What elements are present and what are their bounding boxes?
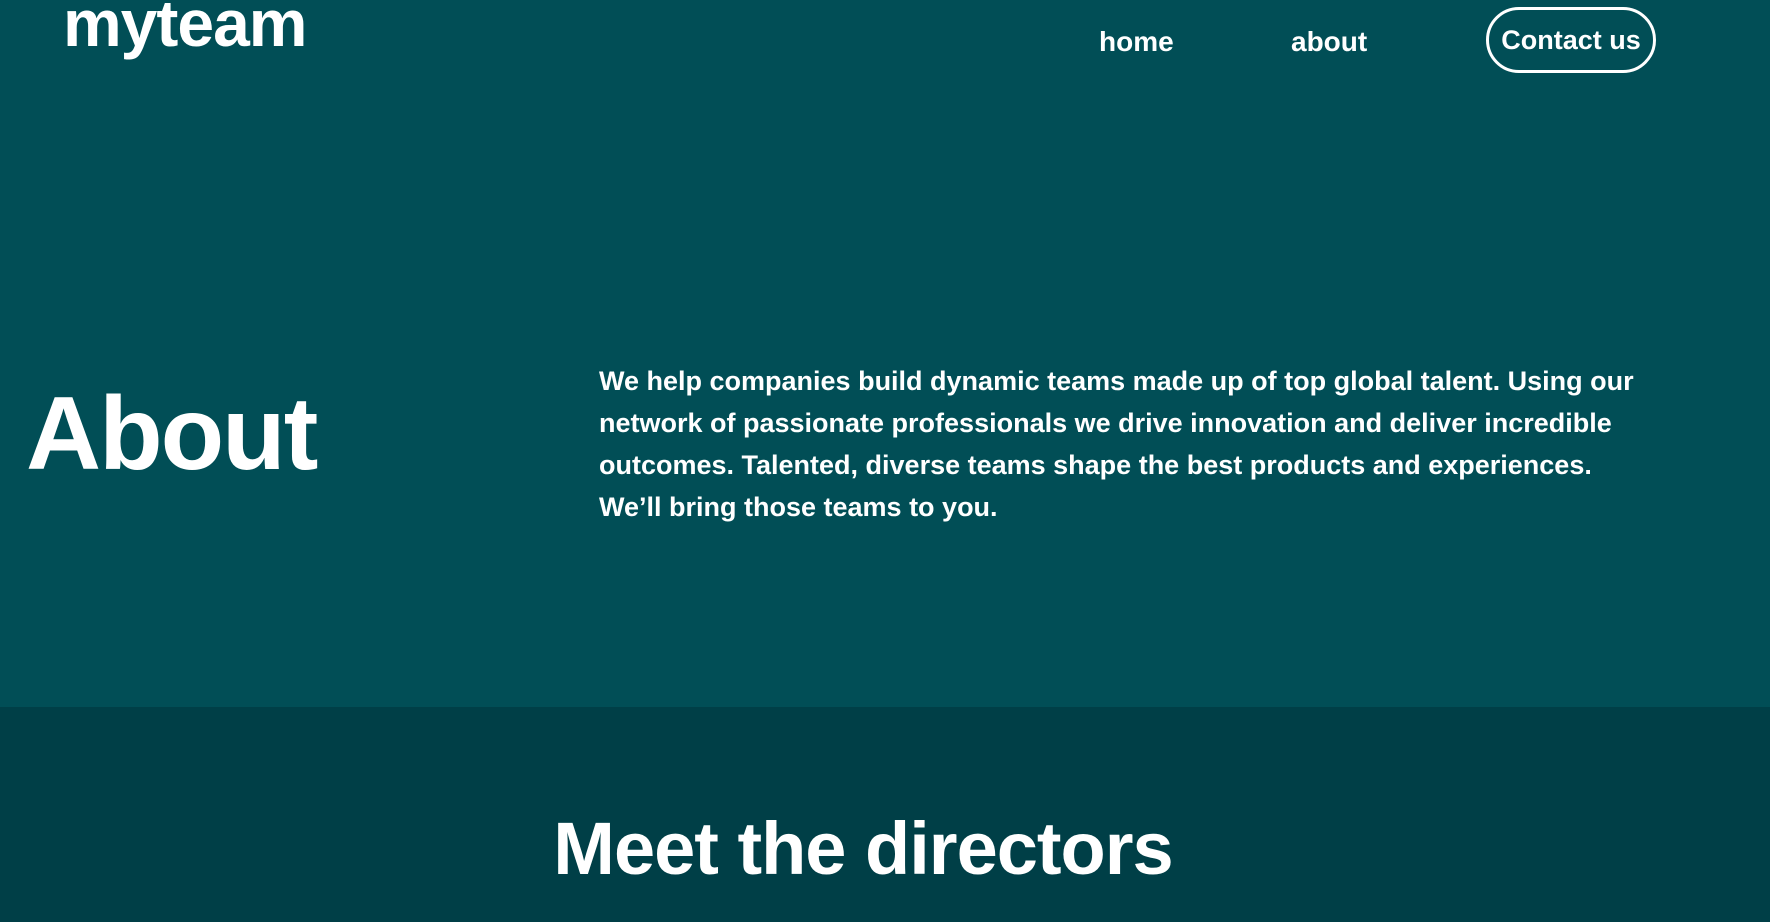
about-description: We help companies build dynamic teams ma… (599, 366, 1634, 522)
nav-link-home[interactable]: home (1099, 26, 1174, 58)
myteam-logo[interactable]: myteam (63, 0, 307, 56)
contact-us-button[interactable]: Contact us (1486, 7, 1656, 73)
about-hero-section: myteam home about Contact us About We he… (0, 0, 1770, 707)
meet-the-directors-heading: Meet the directors (553, 807, 1173, 890)
nav-link-about[interactable]: about (1291, 26, 1367, 58)
about-heading: About (26, 376, 318, 492)
page: myteam home about Contact us About We he… (0, 0, 1770, 922)
